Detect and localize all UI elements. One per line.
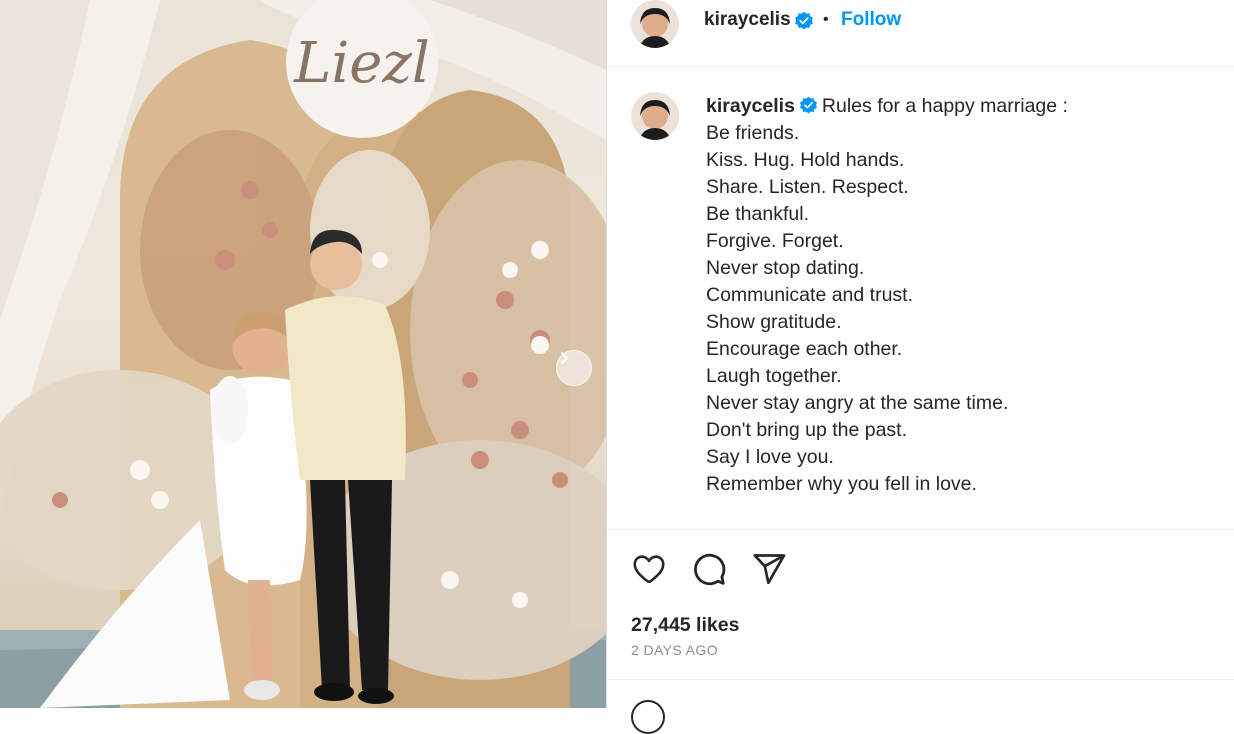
header-username[interactable]: kiraycelis	[704, 9, 791, 31]
like-button[interactable]	[631, 551, 667, 587]
caption-line: Don't bring up the past.	[706, 419, 908, 441]
post-side-panel: kiraycelis • Follow kiraycelis Rules for …	[607, 0, 1234, 734]
comment-button[interactable]	[691, 551, 727, 587]
chevron-right-icon	[561, 352, 568, 364]
post-photo[interactable]: Liezl	[0, 0, 606, 708]
caption-line: Say I love you.	[706, 446, 834, 468]
next-photo-button[interactable]	[556, 350, 592, 386]
caption-line: Forgive. Forget.	[706, 230, 844, 252]
caption-line: Communicate and trust.	[706, 284, 914, 306]
sign-text: Liezl	[293, 31, 430, 96]
avatar-icon	[631, 0, 679, 48]
caption-line: Never stop dating.	[706, 257, 865, 279]
caption-avatar[interactable]	[631, 92, 679, 140]
caption-lead: Rules for a happy marriage :	[821, 95, 1068, 117]
verified-badge-icon	[799, 96, 817, 114]
caption-line: Encourage each other.	[706, 338, 903, 360]
comment-icon	[694, 553, 726, 586]
caption-line: Kiss. Hug. Hold hands.	[706, 149, 905, 171]
caption-line: Laugh together.	[706, 365, 842, 387]
caption-line: Be friends.	[706, 122, 800, 144]
caption-line: Never stay angry at the same time.	[706, 392, 1009, 414]
header-divider	[607, 66, 1234, 67]
verified-badge-icon	[795, 11, 813, 30]
share-icon	[753, 554, 786, 585]
avatar-icon	[631, 92, 679, 140]
follow-button[interactable]: Follow	[841, 9, 901, 31]
footer-divider	[607, 679, 1234, 680]
caption-line: Share. Listen. Respect.	[706, 176, 909, 198]
post-actions	[631, 551, 787, 587]
caption-username[interactable]: kiraycelis	[706, 95, 795, 117]
heart-icon	[633, 555, 665, 584]
caption-divider	[607, 529, 1234, 530]
header-separator: •	[823, 11, 829, 28]
share-button[interactable]	[751, 551, 787, 587]
photo-illustration: Liezl	[0, 0, 606, 708]
caption-line: Be thankful.	[706, 203, 809, 225]
header-avatar[interactable]	[631, 0, 679, 48]
likes-count[interactable]: 27,445 likes	[631, 614, 739, 637]
emoji-icon[interactable]	[631, 700, 665, 734]
post-caption: kiraycelis Rules for a happy marriage : B…	[706, 93, 1206, 498]
post-date: 2 DAYS AGO	[631, 642, 718, 658]
caption-line: Show gratitude.	[706, 311, 842, 333]
caption-line: Remember why you fell in love.	[706, 473, 977, 495]
